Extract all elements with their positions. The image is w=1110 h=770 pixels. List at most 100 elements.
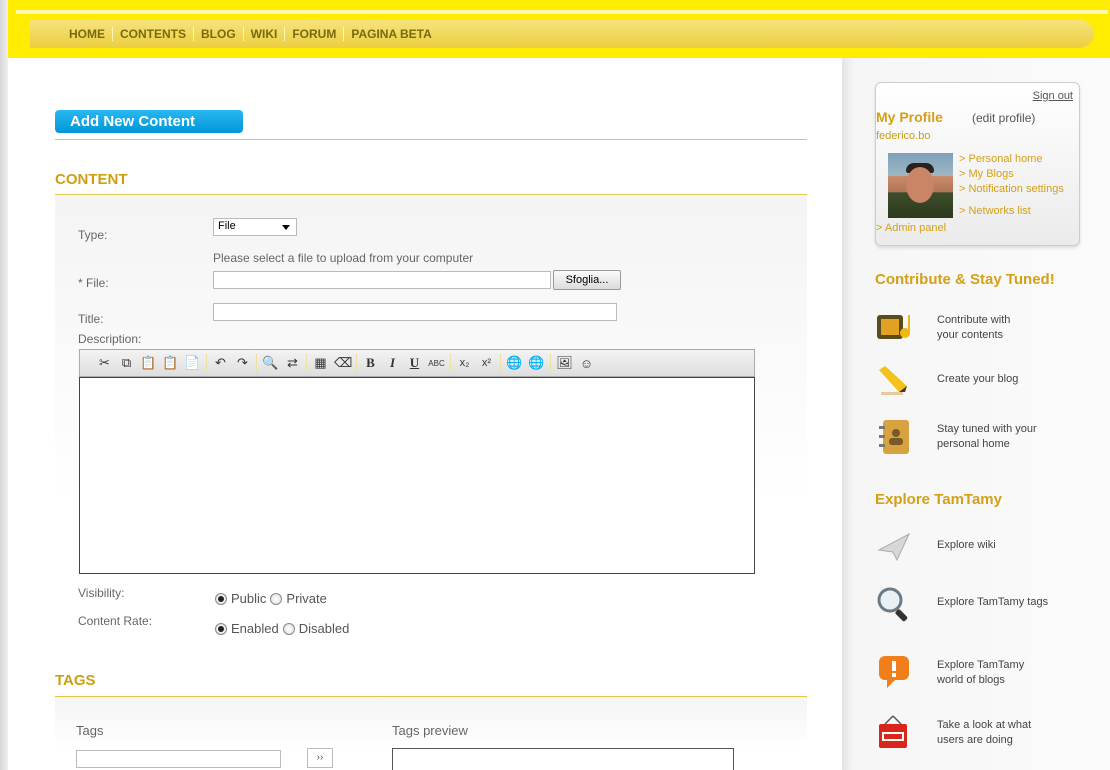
main-content: Add New Content CONTENT Type: File Pleas… xyxy=(55,58,807,770)
explore-wiki-text: Explore wiki xyxy=(937,538,996,553)
main-nav: HOME CONTENTS BLOG WIKI FORUM PAGINA BET… xyxy=(30,20,1094,48)
file-hint: Please select a file to upload from your… xyxy=(213,251,474,265)
type-select-value: File xyxy=(218,220,236,232)
nav-blog[interactable]: BLOG xyxy=(196,27,241,41)
title-input[interactable] xyxy=(213,303,617,321)
rate-enabled-label: Enabled xyxy=(231,621,279,636)
toolbar-divider xyxy=(550,354,551,372)
edit-profile-link[interactable]: (edit profile) xyxy=(972,111,1035,125)
add-new-content-button[interactable]: Add New Content xyxy=(55,110,243,133)
link-icon[interactable]: 🌐 xyxy=(506,355,523,371)
editor-toolbar: ✂ ⧉ 📋 📋 📄 ↶ ↷ 🔍 ⇄ ▦ ⌫ B I U ABC x₂ x² 🌐 … xyxy=(79,349,755,377)
strikethrough-icon[interactable]: ABC xyxy=(428,359,445,368)
nav-home[interactable]: HOME xyxy=(64,27,110,41)
nav-divider xyxy=(284,27,286,41)
contribute-item[interactable]: Contribute with your contents xyxy=(875,309,1105,353)
type-select[interactable]: File xyxy=(213,218,297,236)
explore-tags-item[interactable]: Explore TamTamy tags xyxy=(875,585,1105,629)
underline-icon[interactable]: U xyxy=(406,355,423,371)
users-activity-text-line2: users are doing xyxy=(937,734,1013,746)
my-blogs-link[interactable]: > My Blogs xyxy=(959,168,1014,180)
divider xyxy=(55,139,807,140)
avatar xyxy=(888,153,953,218)
personal-home-link[interactable]: > Personal home xyxy=(959,153,1042,165)
username: federico.bo xyxy=(876,130,931,142)
create-blog-text: Create your blog xyxy=(937,372,1018,387)
tags-preview-label: Tags preview xyxy=(392,723,468,738)
networks-list-link[interactable]: > Networks list xyxy=(959,205,1031,217)
add-tags-button[interactable]: ›› xyxy=(307,748,333,768)
explore-blogs-item[interactable]: Explore TamTamy world of blogs xyxy=(875,654,1105,698)
sidebar: Sign out My Profile (edit profile) feder… xyxy=(842,58,1110,770)
contribute-title: Contribute & Stay Tuned! xyxy=(875,271,1055,288)
visibility-radio-group: Public Private xyxy=(215,591,327,606)
nav-contents[interactable]: CONTENTS xyxy=(115,27,191,41)
nav-divider xyxy=(112,27,113,41)
sign-out-link[interactable]: Sign out xyxy=(1033,90,1073,102)
users-activity-item[interactable]: Take a look at what users are doing xyxy=(875,714,1105,758)
find-icon[interactable]: 🔍 xyxy=(262,355,279,371)
contribute-icon xyxy=(877,315,910,339)
stay-tuned-text-line2: personal home xyxy=(937,438,1010,450)
remove-format-icon[interactable]: ⌫ xyxy=(334,355,352,371)
italic-icon[interactable]: I xyxy=(384,355,401,371)
nav-divider xyxy=(242,27,244,41)
browse-button[interactable]: Sfoglia... xyxy=(553,270,621,290)
pencil-icon xyxy=(879,366,907,395)
notification-settings-link[interactable]: > Notification settings xyxy=(959,183,1064,195)
image-icon[interactable]: 🖼 xyxy=(556,355,573,371)
create-blog-item[interactable]: Create your blog xyxy=(875,362,1105,406)
contribute-text-line1: Contribute with xyxy=(937,314,1011,326)
open-sign-icon xyxy=(879,715,907,748)
tags-input[interactable] xyxy=(76,750,281,768)
magnifier-icon xyxy=(877,587,908,622)
stay-tuned-text: Stay tuned with your personal home xyxy=(937,422,1037,452)
rate-disabled-label: Disabled xyxy=(298,621,350,636)
cut-icon[interactable]: ✂ xyxy=(96,355,113,371)
explore-blogs-text-line2: world of blogs xyxy=(937,674,1005,686)
smiley-icon[interactable]: ☺ xyxy=(578,356,595,371)
left-edge-shadow xyxy=(0,0,8,770)
copy-icon[interactable]: ⧉ xyxy=(118,355,135,371)
explore-blogs-text: Explore TamTamy world of blogs xyxy=(937,658,1024,688)
nav-divider xyxy=(343,27,345,41)
superscript-icon[interactable]: x² xyxy=(478,357,495,369)
paste-word-icon[interactable]: 📄 xyxy=(184,355,201,371)
explore-wiki-item[interactable]: Explore wiki xyxy=(875,528,1105,572)
stay-tuned-text-line1: Stay tuned with your xyxy=(937,423,1037,435)
bold-icon[interactable]: B xyxy=(362,355,379,371)
file-input[interactable] xyxy=(213,271,551,289)
nav-pagina-beta[interactable]: PAGINA BETA xyxy=(346,27,436,41)
unlink-icon[interactable]: 🌐 xyxy=(528,355,545,371)
admin-panel-link[interactable]: > Admin panel xyxy=(876,222,946,234)
visibility-public-radio[interactable] xyxy=(215,592,227,605)
type-label: Type: xyxy=(78,228,108,242)
address-book-icon xyxy=(879,420,909,454)
explore-title: Explore TamTamy xyxy=(875,491,1002,508)
subscript-icon[interactable]: x₂ xyxy=(456,357,473,369)
tags-preview-box xyxy=(392,748,734,770)
visibility-private-radio[interactable] xyxy=(270,592,283,605)
nav-forum[interactable]: FORUM xyxy=(287,27,341,41)
title-label: Title: xyxy=(78,312,104,326)
paste-text-icon[interactable]: 📋 xyxy=(162,355,179,371)
toolbar-divider xyxy=(306,354,307,372)
paper-plane-icon xyxy=(877,532,911,562)
stay-tuned-item[interactable]: Stay tuned with your personal home xyxy=(875,418,1105,462)
paste-icon[interactable]: 📋 xyxy=(140,355,157,371)
undo-icon[interactable]: ↶ xyxy=(212,355,229,371)
tags-label: Tags xyxy=(76,723,104,738)
chevron-down-icon xyxy=(282,225,290,230)
nav-wiki[interactable]: WIKI xyxy=(246,27,283,41)
description-label: Description: xyxy=(78,332,142,346)
profile-title: My Profile xyxy=(876,109,943,125)
content-rate-radio-group: Enabled Disabled xyxy=(215,621,349,636)
rate-disabled-radio[interactable] xyxy=(282,622,295,635)
select-all-icon[interactable]: ▦ xyxy=(312,355,329,371)
nav-divider xyxy=(193,27,194,41)
replace-icon[interactable]: ⇄ xyxy=(284,355,301,371)
description-editor[interactable] xyxy=(79,377,755,574)
rate-enabled-radio[interactable] xyxy=(215,622,227,635)
redo-icon[interactable]: ↷ xyxy=(234,355,251,371)
visibility-label: Visibility: xyxy=(78,586,125,600)
